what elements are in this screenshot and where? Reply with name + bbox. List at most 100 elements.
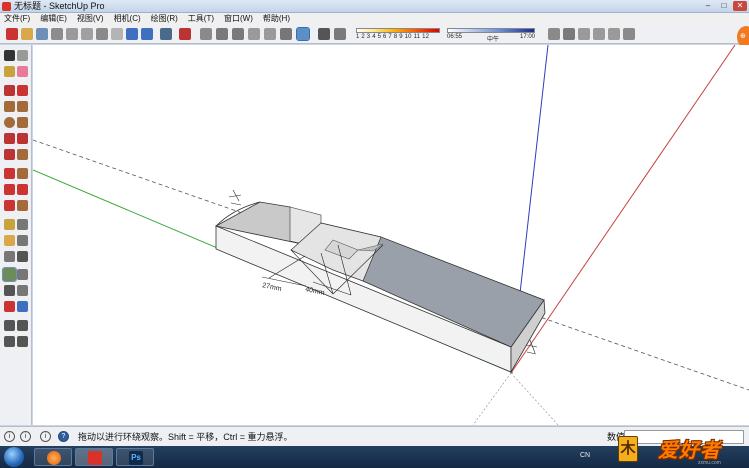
copy-icon[interactable] xyxy=(81,28,93,40)
back-view-icon[interactable] xyxy=(264,28,276,40)
model-info-icon[interactable] xyxy=(160,28,172,40)
left-view-icon[interactable] xyxy=(280,28,292,40)
maximize-button[interactable]: □ xyxy=(717,1,731,11)
menu-view[interactable]: 视图(V) xyxy=(73,13,110,25)
photoshop-icon: Ps xyxy=(129,451,143,465)
two-point-arc-icon[interactable] xyxy=(17,133,28,144)
position-camera-icon[interactable] xyxy=(4,320,15,331)
status-hint: 拖动以进行环绕观察。Shift = 平移，Ctrl = 重力悬浮。 xyxy=(78,432,293,442)
undo-icon[interactable] xyxy=(126,28,138,40)
menu-tools[interactable]: 工具(T) xyxy=(184,13,220,25)
make-component-icon[interactable] xyxy=(17,50,28,61)
redo-icon[interactable] xyxy=(141,28,153,40)
share-model-icon[interactable] xyxy=(563,28,575,40)
rotate-icon[interactable] xyxy=(4,184,15,195)
shadow-date-slider[interactable]: 1 2 3 4 5 6 7 8 9 10 11 12 xyxy=(356,27,440,43)
fog-icon[interactable] xyxy=(334,28,346,40)
three-point-arc-icon[interactable] xyxy=(4,149,15,160)
house-icon[interactable] xyxy=(593,28,605,40)
sketchup-window: 无标题 - SketchUp Pro – □ ✕ 文件(F) 编辑(E) 视图(… xyxy=(0,0,749,468)
menu-help[interactable]: 帮助(H) xyxy=(259,13,296,25)
shadow-months: 1 2 3 4 5 6 7 8 9 10 11 12 xyxy=(356,34,430,40)
menu-file[interactable]: 文件(F) xyxy=(0,13,36,25)
shadow-time-slider[interactable]: 06:55 中午 17:00 xyxy=(447,27,535,43)
protractor-icon[interactable] xyxy=(4,235,15,246)
push-pull-icon[interactable] xyxy=(17,168,28,179)
time-end-label: 17:00 xyxy=(519,34,535,40)
shadow-date-bar[interactable] xyxy=(356,28,440,33)
geo-location-icon[interactable]: i xyxy=(4,431,15,442)
iso-view-icon[interactable] xyxy=(200,28,212,40)
zoom-icon[interactable] xyxy=(4,285,15,296)
taskbar-sketchup[interactable] xyxy=(75,448,113,466)
save-icon[interactable] xyxy=(36,28,48,40)
scene-canvas[interactable]: 27mm 40mm xyxy=(33,45,749,425)
text-icon[interactable] xyxy=(17,235,28,246)
pan-hand-icon[interactable] xyxy=(17,269,28,280)
axes-icon[interactable] xyxy=(4,251,15,262)
tape-measure-icon[interactable] xyxy=(4,219,15,230)
erase-icon[interactable] xyxy=(111,28,123,40)
pie-icon[interactable] xyxy=(17,149,28,160)
taskbar-photoshop[interactable]: Ps xyxy=(116,448,154,466)
shadow-time-bar[interactable] xyxy=(447,28,535,33)
house-outline-icon[interactable] xyxy=(608,28,620,40)
left-toolbar xyxy=(0,45,32,425)
section-plane-icon[interactable] xyxy=(17,336,28,347)
watermark-subtext: zxmu.com xyxy=(698,460,721,466)
polygon-icon[interactable] xyxy=(17,117,28,128)
taskbar-firefox[interactable] xyxy=(34,448,72,466)
components-icon[interactable] xyxy=(179,28,191,40)
top-view-icon[interactable] xyxy=(216,28,228,40)
modeling-viewport[interactable]: 27mm 40mm xyxy=(33,45,749,425)
circle-icon[interactable] xyxy=(4,117,15,128)
close-button[interactable]: ✕ xyxy=(733,1,747,11)
menu-edit[interactable]: 编辑(E) xyxy=(36,13,73,25)
previous-view-icon[interactable] xyxy=(17,301,28,312)
right-view-icon[interactable] xyxy=(248,28,260,40)
offset-icon[interactable] xyxy=(17,200,28,211)
3d-text-icon[interactable] xyxy=(17,251,28,262)
new-file-icon[interactable] xyxy=(6,28,18,40)
line-icon[interactable] xyxy=(4,85,15,96)
title-bar: 无标题 - SketchUp Pro – □ ✕ xyxy=(0,0,749,13)
start-orb-icon[interactable] xyxy=(4,447,24,467)
minimize-button[interactable]: – xyxy=(701,1,715,11)
menu-camera[interactable]: 相机(C) xyxy=(110,13,147,25)
rectangle-icon[interactable] xyxy=(4,101,15,112)
select-arrow-icon[interactable] xyxy=(4,50,15,61)
shaded-style-icon[interactable] xyxy=(296,27,310,41)
dim-label-27mm[interactable]: 27mm xyxy=(262,282,283,293)
paint-bucket-icon[interactable] xyxy=(4,66,15,77)
credits-icon[interactable]: i xyxy=(20,431,31,442)
dimension-icon[interactable] xyxy=(17,219,28,230)
zoom-window-icon[interactable] xyxy=(17,285,28,296)
help-icon[interactable]: ? xyxy=(58,431,69,442)
building-icon[interactable] xyxy=(578,28,590,40)
open-folder-icon[interactable] xyxy=(21,28,33,40)
warehouse-icon[interactable] xyxy=(548,28,560,40)
walk-icon[interactable] xyxy=(4,336,15,347)
look-around-icon[interactable] xyxy=(17,320,28,331)
follow-me-icon[interactable] xyxy=(17,184,28,195)
arc-icon[interactable] xyxy=(4,133,15,144)
time-start-label: 06:55 xyxy=(447,34,463,40)
extension-icon[interactable] xyxy=(623,28,635,40)
menu-window[interactable]: 窗口(W) xyxy=(220,13,259,25)
scale-icon[interactable] xyxy=(4,200,15,211)
orbit-icon[interactable] xyxy=(2,267,17,282)
menu-draw[interactable]: 绘图(R) xyxy=(147,13,184,25)
cut-icon[interactable] xyxy=(66,28,78,40)
eraser-icon[interactable] xyxy=(17,66,28,77)
axis-below-line xyxy=(472,372,512,425)
zoom-extents-icon[interactable] xyxy=(4,301,15,312)
paste-icon[interactable] xyxy=(96,28,108,40)
move-icon[interactable] xyxy=(4,168,15,179)
rotated-rectangle-icon[interactable] xyxy=(17,101,28,112)
print-icon[interactable] xyxy=(51,28,63,40)
shadows-toggle-icon[interactable] xyxy=(318,28,330,40)
freehand-icon[interactable] xyxy=(17,85,28,96)
user-icon[interactable]: i xyxy=(40,431,51,442)
input-language[interactable]: CN xyxy=(580,452,590,459)
front-view-icon[interactable] xyxy=(232,28,244,40)
